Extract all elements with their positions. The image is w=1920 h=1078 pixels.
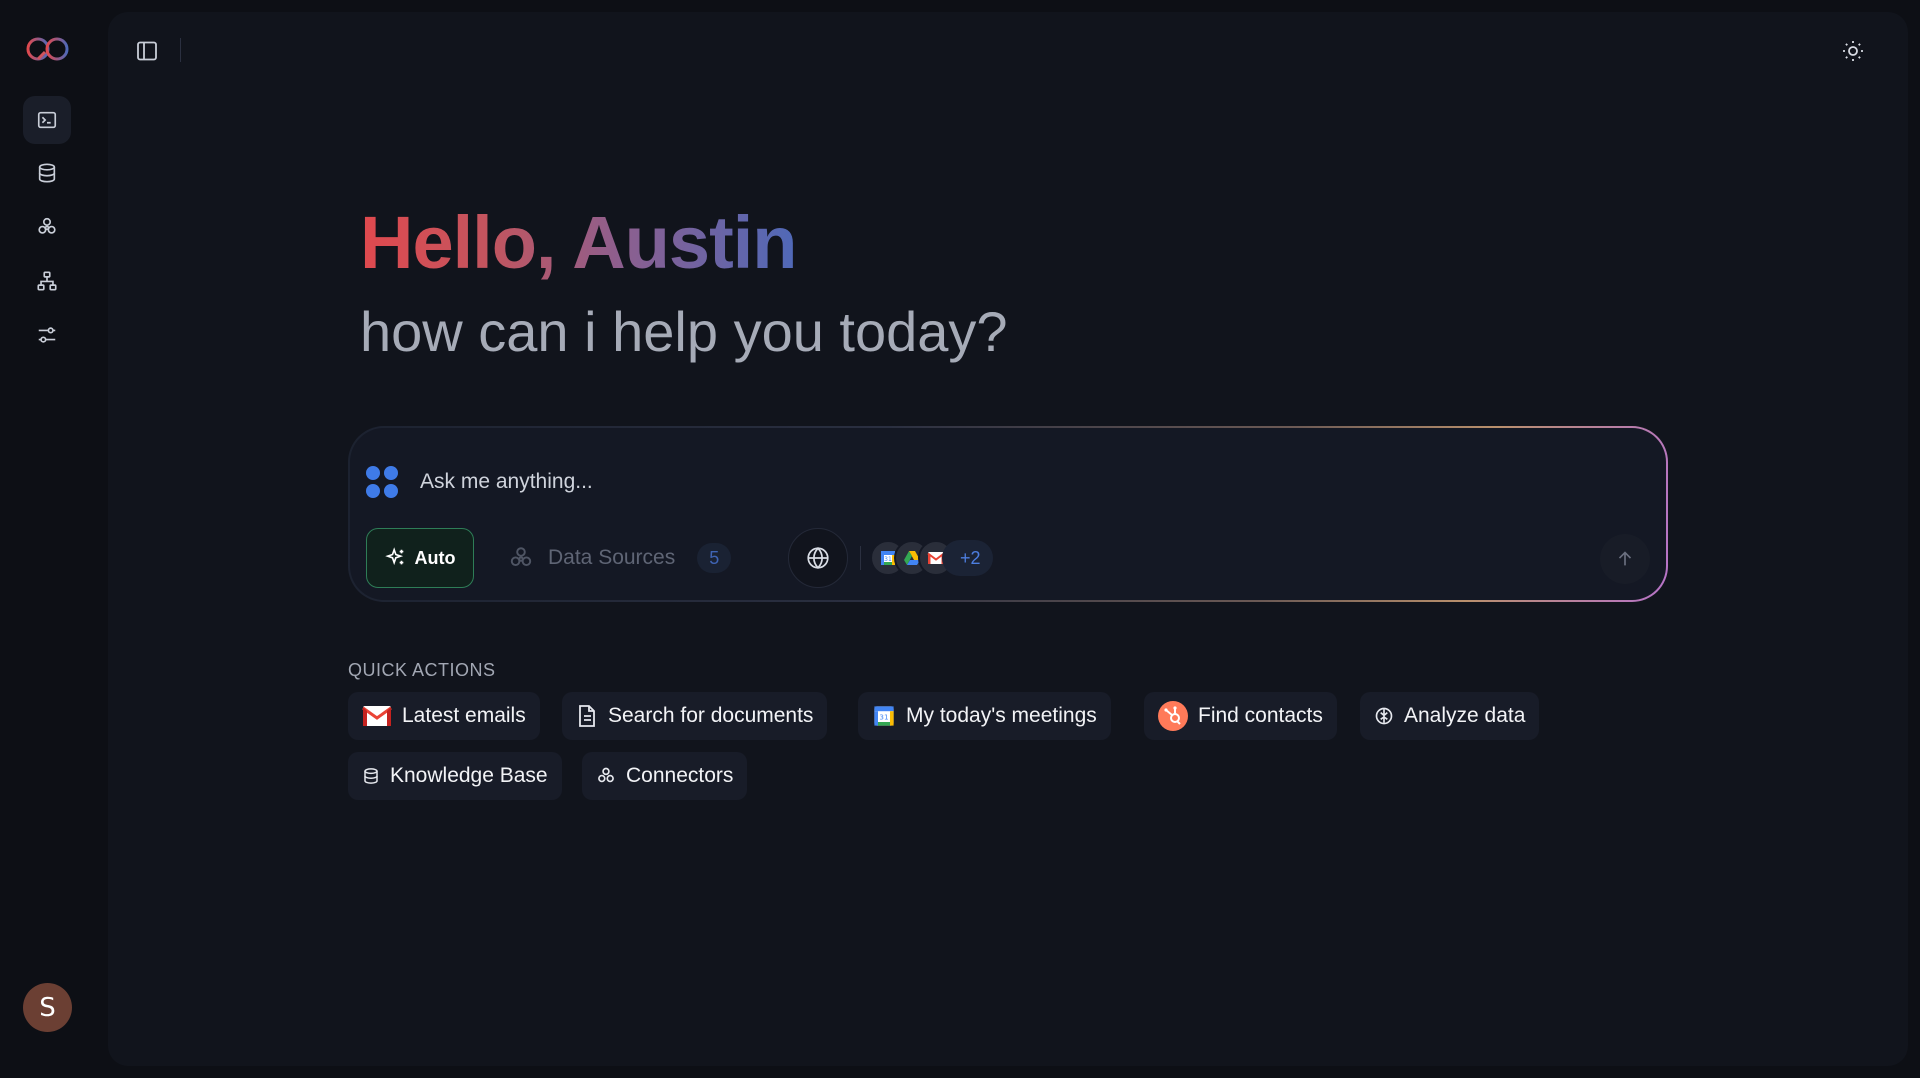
left-rail: S [0, 0, 108, 1078]
gmail-icon [362, 704, 392, 728]
hubspot-icon [1158, 701, 1188, 731]
org-chart-icon [37, 271, 57, 291]
quick-action-label: Connectors [626, 764, 734, 787]
auto-mode-button[interactable]: Auto [366, 528, 474, 588]
connectors-icon [596, 766, 616, 786]
sidebar-item-knowledge-base[interactable] [23, 149, 71, 197]
svg-text:31: 31 [884, 556, 892, 563]
sidebar-item-settings[interactable] [23, 311, 71, 359]
sidebar-item-connectors[interactable] [23, 203, 71, 251]
chat-composer: Auto Data Sources 5 31 [348, 426, 1668, 602]
web-search-button[interactable] [788, 528, 848, 588]
quick-action-todays-meetings[interactable]: 31 My today's meetings [858, 692, 1111, 740]
sun-icon [1843, 41, 1863, 61]
quick-action-label: Search for documents [608, 704, 814, 727]
arrow-up-icon [1618, 551, 1632, 566]
quick-action-analyze-data[interactable]: Analyze data [1360, 692, 1540, 740]
connected-sources[interactable]: 31 +2 [870, 540, 993, 576]
terminal-icon [37, 111, 57, 129]
auto-mode-label: Auto [414, 547, 456, 568]
more-sources-badge: +2 [942, 540, 993, 576]
quick-action-knowledge-base[interactable]: Knowledge Base [348, 752, 562, 800]
quick-action-label: Latest emails [402, 704, 526, 727]
sidebar-item-chat[interactable] [23, 96, 71, 144]
composer-divider [860, 546, 861, 570]
apps-grid-icon [366, 466, 398, 498]
main-panel: Hello, Austin how can i help you today? … [108, 12, 1908, 1066]
app-logo-icon[interactable] [25, 34, 71, 64]
sidebar-item-workflows[interactable] [23, 257, 71, 305]
greeting-subtitle: how can i help you today? [360, 300, 1008, 363]
greeting-heading: Hello, Austin [360, 201, 797, 284]
sliders-icon [38, 327, 56, 343]
quick-action-search-documents[interactable]: Search for documents [562, 692, 828, 740]
data-sources-count-badge: 5 [697, 543, 732, 573]
quick-action-label: My today's meetings [906, 704, 1097, 727]
chat-input[interactable] [420, 464, 1520, 500]
google-calendar-icon: 31 [872, 704, 896, 728]
data-sources-button[interactable]: Data Sources 5 [488, 528, 774, 588]
quick-action-find-contacts[interactable]: Find contacts [1144, 692, 1337, 740]
quick-action-latest-emails[interactable]: Latest emails [348, 692, 540, 740]
quick-action-label: Analyze data [1404, 704, 1526, 727]
quick-actions-title: QUICK ACTIONS [348, 660, 496, 680]
header-divider [180, 38, 181, 62]
globe-icon [807, 546, 829, 570]
document-icon [576, 704, 598, 728]
brain-icon [1374, 706, 1394, 726]
quick-action-label: Knowledge Base [390, 764, 548, 787]
database-icon [38, 163, 56, 183]
toggle-sidebar-button[interactable] [132, 36, 162, 66]
connectors-icon [38, 217, 56, 234]
sparkles-icon [384, 547, 403, 566]
quick-action-connectors[interactable]: Connectors [582, 752, 748, 800]
send-button[interactable] [1600, 534, 1650, 584]
svg-text:31: 31 [879, 713, 888, 722]
theme-toggle-button[interactable] [1838, 36, 1868, 66]
data-sources-label: Data Sources [548, 546, 676, 569]
connectors-icon [510, 547, 532, 567]
database-icon [362, 766, 380, 786]
user-avatar[interactable]: S [23, 983, 72, 1032]
quick-action-label: Find contacts [1198, 704, 1323, 727]
sidebar-toggle-icon [137, 41, 157, 61]
